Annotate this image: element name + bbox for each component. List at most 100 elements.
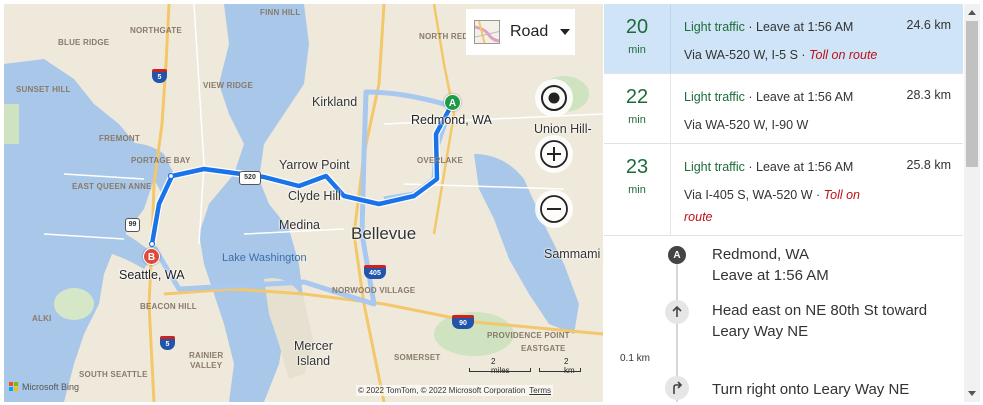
leave-time: Leave at 1:56 AM	[756, 90, 854, 104]
zoom-in-button[interactable]	[535, 135, 573, 173]
start-waypoint[interactable]: Redmond, WA Leave at 1:56 AM	[712, 244, 829, 286]
map-style-selector[interactable]: Road	[466, 9, 575, 55]
place-view-ridge: VIEW RIDGE	[203, 81, 254, 90]
route-via-text: Via WA-520 W, I-90 W	[684, 118, 809, 132]
end-pin[interactable]: B	[143, 248, 160, 265]
start-leave-time: Leave at 1:56 AM	[712, 267, 829, 284]
microsoft-logo-icon	[9, 382, 19, 392]
route-option-2[interactable]: 22 min Light traffic · Leave at 1:56 AM …	[604, 74, 963, 144]
place-sunset-hill: SUNSET HILL	[16, 85, 71, 94]
route-via: Via WA-520 W, I-90 W	[684, 114, 884, 136]
place-northgate: NORTHGATE	[130, 26, 182, 35]
route-option-1[interactable]: 20 min Light traffic · Leave at 1:56 AM …	[604, 4, 963, 74]
bing-brand: Microsoft Bing	[9, 382, 79, 392]
place-redmond: Redmond, WA	[411, 113, 492, 127]
place-beacon-hill: BEACON HILL	[140, 302, 197, 311]
toll-notice: Toll on route	[809, 48, 878, 62]
place-north-redmond: NORTH RED	[419, 32, 469, 41]
scroll-down-icon[interactable]	[968, 391, 976, 396]
place-bellevue: Bellevue	[351, 224, 417, 243]
place-union-hill: Union Hill-	[534, 122, 592, 136]
step-2-line-1: Turn right onto Leary Way NE	[712, 381, 910, 398]
place-seattle: Seattle, WA	[119, 268, 185, 282]
chevron-down-icon	[560, 29, 571, 35]
place-blue-ridge: BLUE RIDGE	[58, 38, 110, 47]
direction-step-2[interactable]: Turn right onto Leary Way NE	[712, 379, 909, 400]
route-via-text: Via WA-520 W, I-5 S	[684, 48, 798, 62]
arrow-up-icon	[665, 300, 689, 324]
route-duration-unit: min	[628, 114, 646, 126]
bing-brand-text: Microsoft Bing	[22, 382, 80, 392]
place-overlake: OVERLAKE	[417, 156, 464, 165]
direction-step-1[interactable]: Head east on NE 80th St toward Leary Way…	[712, 300, 927, 342]
separator-dot: ·	[797, 48, 810, 62]
divider	[670, 74, 671, 143]
interstate-405-shield: 405	[364, 265, 386, 279]
route-via-text: Via I-405 S, WA-520 W	[684, 188, 813, 202]
route-distance: 25.8 km	[906, 158, 951, 172]
start-pin[interactable]: A	[444, 94, 461, 111]
route-duration: 22	[625, 86, 649, 108]
route-summary: Light traffic · Leave at 1:56 AM	[684, 90, 853, 104]
route-via: Via I-405 S, WA-520 W · Toll on route	[684, 184, 884, 228]
route-duration-unit: min	[628, 44, 646, 56]
place-fremont: FREMONT	[99, 134, 140, 143]
step-1-line-1: Head east on NE 80th St toward	[712, 302, 928, 319]
zoom-out-button[interactable]	[535, 190, 573, 228]
target-icon	[541, 85, 567, 111]
place-providence-point: PROVIDENCE POINT	[487, 331, 570, 340]
place-portage-bay: PORTAGE BAY	[131, 156, 191, 165]
route-duration: 20	[625, 16, 649, 38]
waypoint-a-icon: A	[668, 246, 686, 264]
route-distance: 28.3 km	[906, 88, 951, 102]
scale-km: 2 km	[564, 357, 575, 375]
plus-icon	[540, 140, 568, 168]
map-view[interactable]: FINN HILL NORTHGATE BLUE RIDGE NORTH RED…	[4, 4, 603, 402]
scroll-up-icon[interactable]	[968, 10, 976, 15]
traffic-status: Light traffic	[684, 160, 745, 174]
place-sammamish: Sammami	[544, 247, 601, 261]
route-duration-unit: min	[628, 184, 646, 196]
place-eastgate: EASTGATE	[521, 344, 566, 353]
place-somerset: SOMERSET	[394, 353, 441, 362]
route-summary: Light traffic · Leave at 1:56 AM	[684, 160, 853, 174]
directions-panel: 20 min Light traffic · Leave at 1:56 AM …	[604, 4, 963, 402]
separator-dot: ·	[744, 20, 757, 34]
scrollbar-thumb[interactable]	[966, 21, 978, 167]
route-distance: 24.6 km	[906, 18, 951, 32]
terms-link[interactable]: Terms	[529, 386, 551, 395]
scale-km-bar	[539, 368, 581, 372]
place-south-seattle: SOUTH SEATTLE	[79, 370, 148, 379]
place-east-queen-anne: EAST QUEEN ANNE	[72, 182, 152, 191]
wa-520-shield: 520	[239, 171, 261, 185]
scale-miles-bar	[469, 368, 531, 372]
leave-time: Leave at 1:56 AM	[756, 20, 854, 34]
separator-dot: ·	[812, 188, 824, 202]
map-copyright: © 2022 TomTom, © 2022 Microsoft Corporat…	[356, 385, 554, 396]
toll-notice: Toll on	[823, 188, 861, 202]
panel-scrollbar[interactable]	[964, 4, 980, 402]
place-yarrow-point: Yarrow Point	[279, 158, 350, 172]
toll-notice-cont: route	[684, 210, 713, 224]
route-option-3[interactable]: 23 min Light traffic · Leave at 1:56 AM …	[604, 144, 963, 236]
place-finn-hill: FINN HILL	[260, 8, 301, 17]
route-via: Via WA-520 W, I-5 S · Toll on route	[684, 44, 884, 66]
traffic-status: Light traffic	[684, 20, 745, 34]
place-clyde-hill: Clyde Hill	[288, 189, 341, 203]
leave-time: Leave at 1:56 AM	[756, 160, 854, 174]
place-medina: Medina	[279, 218, 320, 232]
locate-me-button[interactable]	[535, 79, 573, 117]
place-kirkland: Kirkland	[312, 95, 358, 109]
route-summary: Light traffic · Leave at 1:56 AM	[684, 20, 853, 34]
place-mercer-island: Mercer Island	[294, 339, 333, 368]
place-rainier-valley: RAINIER VALLEY	[189, 351, 224, 370]
interstate-5-south-shield: 5	[160, 336, 175, 350]
scale-miles: 2 miles	[491, 357, 510, 375]
traffic-status: Light traffic	[684, 90, 745, 104]
place-norwood-village: NORWOOD VILLAGE	[332, 286, 416, 295]
route-duration: 23	[625, 156, 649, 178]
copyright-text: © 2022 TomTom, © 2022 Microsoft Corporat…	[358, 386, 526, 395]
road-map-icon	[474, 20, 500, 44]
step-1-line-2: Leary Way NE	[712, 323, 809, 340]
turn-right-icon	[665, 376, 689, 400]
